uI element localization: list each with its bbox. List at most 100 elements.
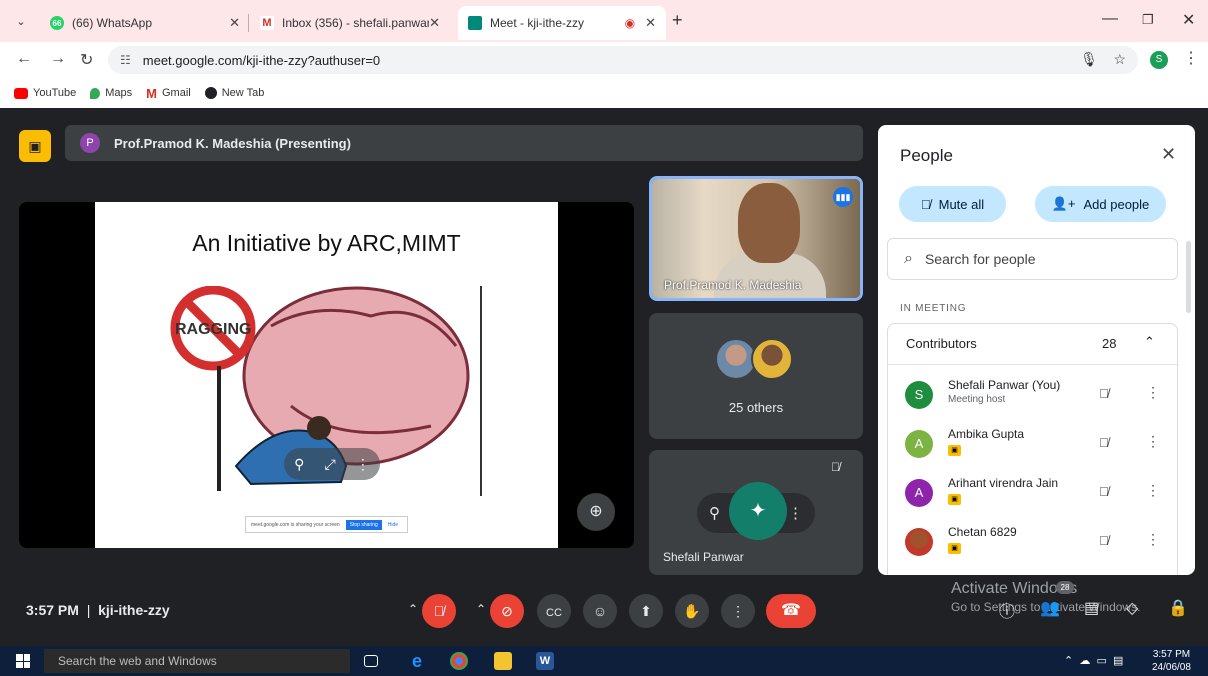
close-tab-icon[interactable]: ✕ xyxy=(645,15,656,31)
close-window-icon[interactable]: ✕ xyxy=(1182,10,1195,30)
tab-whatsapp[interactable]: 66 (66) WhatsApp ✕ xyxy=(40,6,250,40)
divider xyxy=(888,364,1179,365)
word-icon[interactable]: W xyxy=(536,652,554,670)
tab-title: (66) WhatsApp xyxy=(72,16,153,30)
meeting-info-icon[interactable]: ⓘ xyxy=(999,598,1015,622)
close-tab-icon[interactable]: ✕ xyxy=(429,15,440,31)
back-icon[interactable]: ← xyxy=(16,50,32,68)
mic-off-icon[interactable]: 🎙̸ xyxy=(1099,386,1109,401)
edge-icon[interactable]: e xyxy=(408,652,426,670)
file-explorer-icon[interactable] xyxy=(494,652,512,670)
taskbar-search[interactable]: Search the web and Windows xyxy=(44,649,350,673)
mute-all-label: Mute all xyxy=(938,196,985,212)
raise-hand-button[interactable]: ✋ xyxy=(675,594,709,628)
mic-off-icon[interactable]: 🎙̸ xyxy=(1099,533,1109,548)
activities-icon[interactable]: ◇ xyxy=(1126,598,1138,618)
ragging-sign-text: RAGGING xyxy=(175,321,251,338)
more-options-icon[interactable]: ⋮ xyxy=(356,456,370,473)
zoom-in-button[interactable]: ⊕ xyxy=(577,493,615,531)
more-options-icon[interactable]: ⋮ xyxy=(1146,482,1160,499)
video-options-chevron-icon[interactable]: ⌃ xyxy=(476,602,486,616)
more-options-icon[interactable]: ⋮ xyxy=(1146,384,1160,401)
participant-role: Meeting host xyxy=(948,394,1006,405)
people-panel: People ✕ 🎙̸ Mute all 👤+ Add people ⌕ Sea… xyxy=(878,125,1195,575)
participant-row[interactable]: Chetan 6829 ▣ 🎙̸ ⋮ xyxy=(888,519,1179,565)
participant-tile-self[interactable]: 🎙̸ ⚲ ⋮ ✦ Shefali Panwar xyxy=(649,450,863,575)
mute-all-button[interactable]: 🎙̸ Mute all xyxy=(899,186,1006,222)
mic-off-icon[interactable]: 🎙̸ xyxy=(1099,435,1109,450)
more-options-icon[interactable]: ⋮ xyxy=(1146,531,1160,548)
people-icon[interactable]: 👥 xyxy=(1040,598,1060,618)
reload-icon[interactable]: ↻ xyxy=(80,50,93,70)
address-bar[interactable]: ☷ meet.google.com/kji-ithe-zzy?authuser=… xyxy=(108,46,1138,74)
taskbar-clock[interactable]: 3:57 PM 24/06/08 xyxy=(1152,648,1191,674)
presentation-icon[interactable]: ▣ xyxy=(19,130,51,162)
forward-icon[interactable]: → xyxy=(50,50,66,68)
reactions-button[interactable]: ☺ xyxy=(583,594,617,628)
bookmark-star-icon[interactable]: ☆ xyxy=(1113,51,1126,67)
tab-gmail[interactable]: M Inbox (356) - shefali.panwar@m ✕ xyxy=(250,6,450,40)
fullscreen-icon[interactable]: ⤢ xyxy=(325,456,336,473)
maps-icon xyxy=(90,87,101,99)
tab-search-chevron-icon[interactable]: ⌄ xyxy=(10,12,32,32)
camera-toggle-button[interactable]: ⊘ xyxy=(490,594,524,628)
profile-avatar[interactable]: S xyxy=(1150,51,1168,69)
bookmark-label: Maps xyxy=(105,87,133,99)
background-effects-icon[interactable]: ✦ xyxy=(729,482,787,540)
panel-scrollbar[interactable] xyxy=(1186,241,1191,313)
meeting-code: kji-ithe-zzy xyxy=(98,602,170,618)
site-info-icon[interactable]: ☷ xyxy=(120,53,131,67)
chat-icon[interactable]: ▤ xyxy=(1084,598,1099,618)
close-panel-icon[interactable]: ✕ xyxy=(1161,144,1176,165)
chrome-icon[interactable] xyxy=(450,652,468,670)
search-icon: ⌕ xyxy=(904,250,913,267)
participant-row[interactable]: A Ambika Gupta ▣ 🎙̸ ⋮ xyxy=(888,421,1179,467)
people-search-input[interactable]: ⌕ Search for people xyxy=(887,238,1178,280)
mic-icon[interactable]: 🎙 xyxy=(1080,51,1098,67)
task-view-icon[interactable] xyxy=(364,655,378,667)
mic-off-icon[interactable]: 🎙̸ xyxy=(1099,484,1109,499)
presentation-badge-icon: ▣ xyxy=(948,445,961,456)
windows-taskbar: Search the web and Windows e W ⌃ ☁ ▭ ▤ 3… xyxy=(0,646,1208,676)
zoom-icon: ⊕ xyxy=(589,503,603,520)
participant-tile-others[interactable]: 25 others xyxy=(649,313,863,439)
windows-start-icon[interactable] xyxy=(16,654,30,668)
hide-button[interactable]: Hide xyxy=(388,522,398,528)
add-people-button[interactable]: 👤+ Add people xyxy=(1035,186,1166,222)
host-controls-icon[interactable]: 🔒 xyxy=(1168,598,1188,618)
slide-title: An Initiative by ARC,MIMT xyxy=(192,230,461,256)
bookmark-new-tab[interactable]: New Tab xyxy=(204,87,265,99)
bookmark-gmail[interactable]: M Gmail xyxy=(146,86,191,101)
whatsapp-icon: 66 xyxy=(50,16,64,30)
browser-menu-icon[interactable]: ⋮ xyxy=(1183,48,1199,68)
omnibox-actions: 🎙 ☆ xyxy=(1080,51,1126,68)
bookmark-label: New Tab xyxy=(221,87,265,99)
pin-icon[interactable]: ⚲ xyxy=(709,504,720,522)
more-options-icon[interactable]: ⋮ xyxy=(788,504,803,522)
stop-sharing-button[interactable]: Stop sharing xyxy=(345,519,382,530)
restore-icon[interactable]: ❐ xyxy=(1142,12,1154,28)
tab-meet[interactable]: Meet - kji-ithe-zzy ◉ ✕ xyxy=(458,6,666,40)
bookmark-maps[interactable]: Maps xyxy=(90,87,132,99)
leave-call-button[interactable]: ☎ xyxy=(766,594,816,628)
more-options-icon[interactable]: ⋮ xyxy=(1146,433,1160,450)
minimize-icon[interactable]: — xyxy=(1102,10,1118,28)
taskbar-date: 24/06/08 xyxy=(1152,662,1191,673)
new-tab-icon[interactable]: + xyxy=(672,10,683,31)
bookmark-youtube[interactable]: YouTube xyxy=(14,87,76,99)
chevron-up-icon[interactable]: ⌃ xyxy=(1144,334,1155,350)
mic-toggle-button[interactable]: 🎙̸ xyxy=(422,594,456,628)
presentation-stage[interactable]: An Initiative by ARC,MIMT RAGGING meet.g… xyxy=(19,202,634,548)
mic-off-icon: 🎙̸ xyxy=(920,196,931,212)
system-tray[interactable]: ⌃ ☁ ▭ ▤ xyxy=(1064,654,1123,667)
bookmark-label: YouTube xyxy=(33,87,77,99)
participant-tile-presenter[interactable]: ▮▮▮ Prof.Pramod K. Madeshia xyxy=(649,176,863,301)
captions-button[interactable]: CC xyxy=(537,594,571,628)
pin-icon[interactable]: ⚲ xyxy=(294,456,304,473)
audio-options-chevron-icon[interactable]: ⌃ xyxy=(408,602,418,616)
close-tab-icon[interactable]: ✕ xyxy=(229,15,240,31)
participant-row[interactable]: A Arihant virendra Jain ▣ 🎙̸ ⋮ xyxy=(888,470,1179,516)
more-options-button[interactable]: ⋮ xyxy=(721,594,755,628)
present-now-button[interactable]: ⬆ xyxy=(629,594,663,628)
participant-row[interactable]: S Shefali Panwar (You) Meeting host 🎙̸ ⋮ xyxy=(888,372,1179,418)
